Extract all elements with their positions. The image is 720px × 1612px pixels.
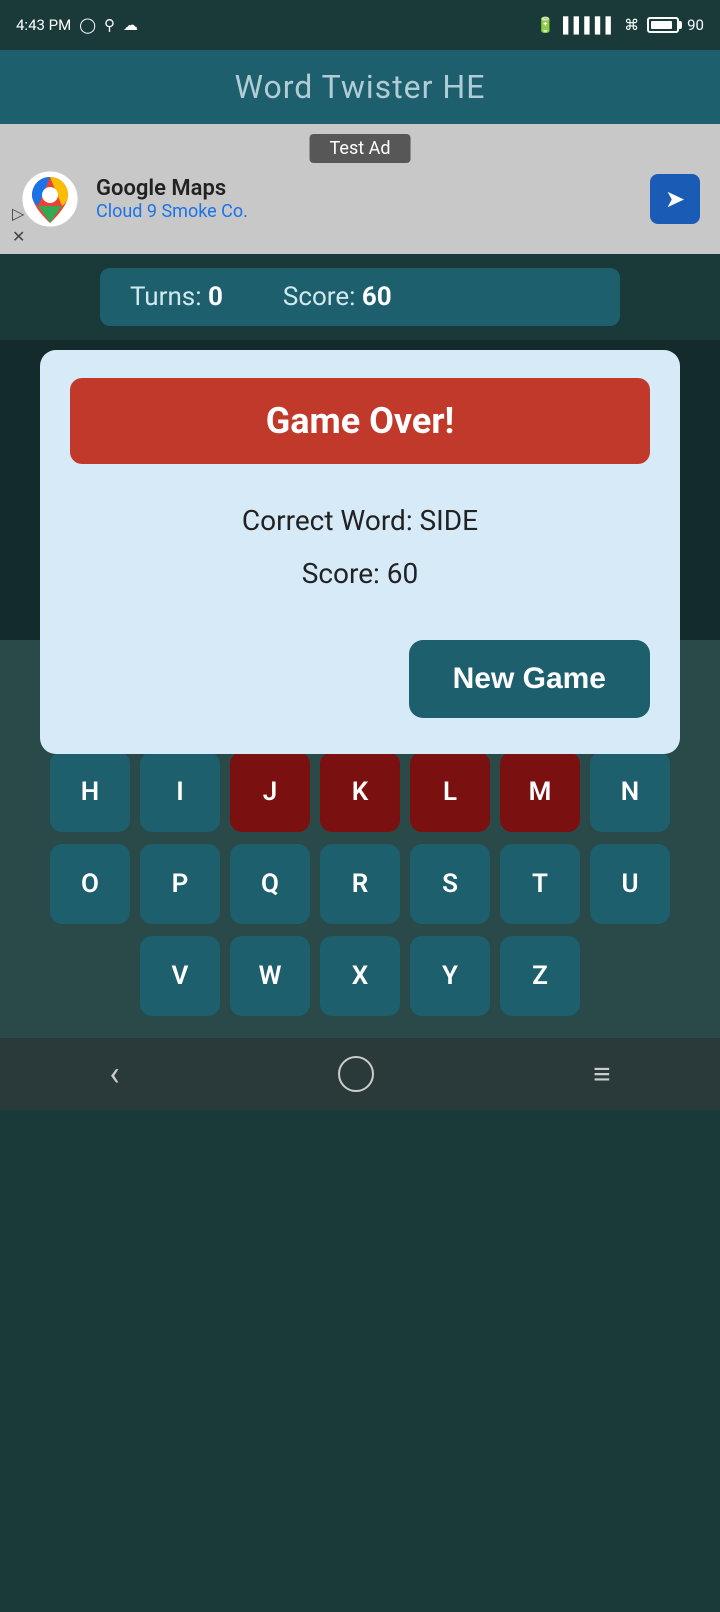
- key-o[interactable]: O: [50, 844, 130, 924]
- home-button[interactable]: [338, 1056, 374, 1092]
- key-q[interactable]: Q: [230, 844, 310, 924]
- keyboard-row: OPQRSTU: [10, 844, 710, 924]
- battery-icon: [647, 17, 679, 33]
- key-x[interactable]: X: [320, 936, 400, 1016]
- ad-close-icon: ✕: [12, 227, 25, 248]
- key-k[interactable]: K: [320, 752, 400, 832]
- key-w[interactable]: W: [230, 936, 310, 1016]
- key-t[interactable]: T: [500, 844, 580, 924]
- ad-footer: ▷ ✕: [12, 204, 25, 248]
- cloud-icon: ☁: [123, 16, 138, 34]
- ad-subtitle: Cloud 9 Smoke Co.: [96, 201, 248, 222]
- ad-text-area: Google Maps Cloud 9 Smoke Co.: [96, 176, 248, 222]
- game-over-title: Game Over!: [70, 378, 650, 464]
- dialog-overlay: Game Over! Correct Word: SIDE Score: 60 …: [0, 340, 720, 640]
- google-maps-logo: [20, 169, 80, 229]
- key-p[interactable]: P: [140, 844, 220, 924]
- key-u[interactable]: U: [590, 844, 670, 924]
- status-left: 4:43 PM ◯ ⚲ ☁: [16, 16, 138, 34]
- back-button[interactable]: ‹: [109, 1054, 119, 1094]
- status-bar: 4:43 PM ◯ ⚲ ☁ 🔋 ▌▌▌▌▌ ⌘ 90: [0, 0, 720, 50]
- battery-percent: 90: [687, 16, 704, 34]
- ad-label: Test Ad: [310, 134, 411, 163]
- app-header: Word Twister HE: [0, 50, 720, 124]
- ad-company-name: Google Maps: [96, 176, 248, 201]
- score-bar: Turns: 0 Score: 60: [100, 268, 620, 326]
- key-j[interactable]: J: [230, 752, 310, 832]
- key-z[interactable]: Z: [500, 936, 580, 1016]
- correct-word-display: Correct Word: SIDE: [70, 504, 650, 537]
- menu-button[interactable]: ≡: [593, 1057, 611, 1092]
- app-title: Word Twister HE: [235, 68, 486, 106]
- bottom-nav: ‹ ≡: [0, 1038, 720, 1110]
- key-h[interactable]: H: [50, 752, 130, 832]
- status-right: 🔋 ▌▌▌▌▌ ⌘ 90: [536, 16, 704, 34]
- key-y[interactable]: Y: [410, 936, 490, 1016]
- time-display: 4:43 PM: [16, 16, 71, 34]
- key-m[interactable]: M: [500, 752, 580, 832]
- key-s[interactable]: S: [410, 844, 490, 924]
- game-over-dialog: Game Over! Correct Word: SIDE Score: 60 …: [40, 350, 680, 754]
- keyboard-row: HIJKLMN: [10, 752, 710, 832]
- usb-icon: ⚲: [104, 16, 115, 34]
- key-n[interactable]: N: [590, 752, 670, 832]
- key-r[interactable]: R: [320, 844, 400, 924]
- new-game-button[interactable]: New Game: [409, 640, 650, 718]
- final-score-display: Score: 60: [70, 557, 650, 590]
- whatsapp-icon: ◯: [79, 16, 96, 34]
- vibrate-icon: 🔋: [536, 16, 555, 34]
- signal-icon: ▌▌▌▌▌: [563, 16, 616, 34]
- key-l[interactable]: L: [410, 752, 490, 832]
- key-i[interactable]: I: [140, 752, 220, 832]
- score-display: Score: 60: [283, 282, 392, 312]
- ad-banner: Test Ad Google Maps Cloud 9 Smoke Co. ➤ …: [0, 124, 720, 254]
- ad-arrow-icon[interactable]: ➤: [650, 174, 700, 224]
- keyboard-row: VWXYZ: [10, 936, 710, 1016]
- game-area: Game Over! Correct Word: SIDE Score: 60 …: [0, 340, 720, 640]
- ad-logo-area: Google Maps Cloud 9 Smoke Co.: [20, 169, 248, 229]
- ad-play-icon: ▷: [12, 204, 25, 225]
- wifi-icon: ⌘: [624, 16, 639, 34]
- key-v[interactable]: V: [140, 936, 220, 1016]
- turns-display: Turns: 0: [130, 282, 223, 312]
